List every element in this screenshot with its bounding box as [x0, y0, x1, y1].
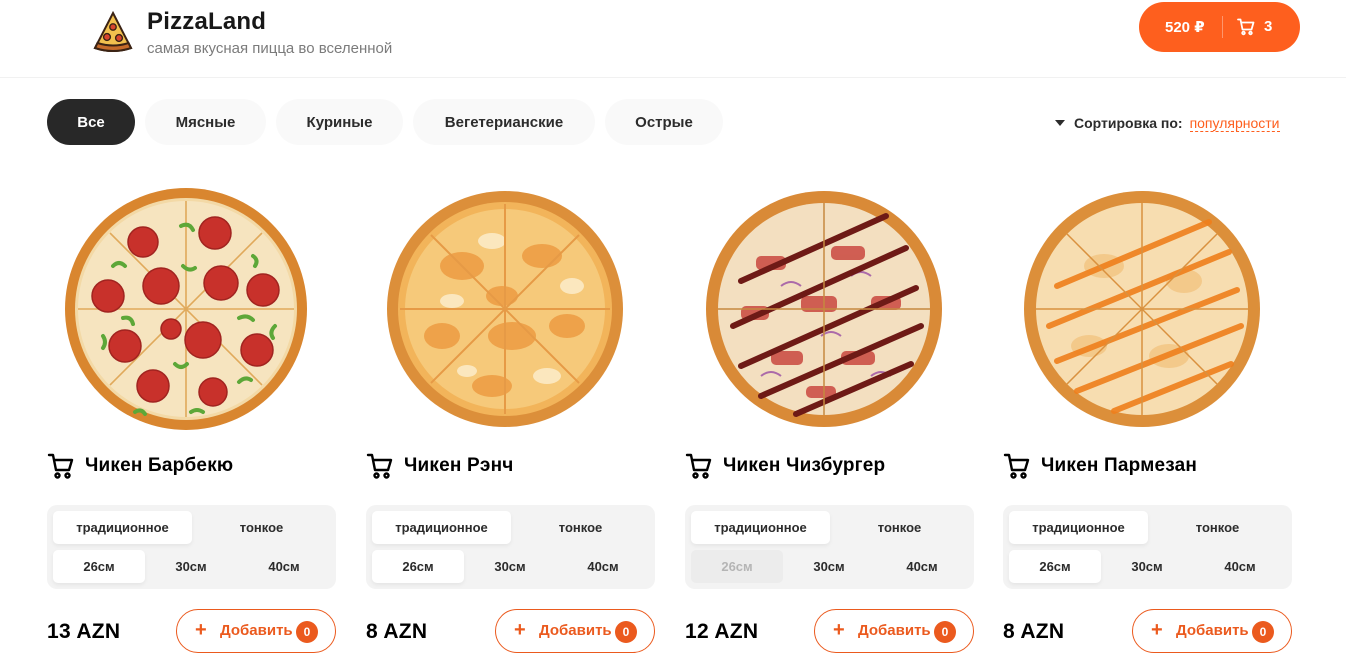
size-26-option[interactable]: 26см	[53, 550, 145, 583]
cart-icon[interactable]	[1003, 452, 1031, 480]
pizza-card: Чикен Чизбургер традиционное тонкое 26см…	[685, 180, 975, 654]
cart-icon[interactable]	[685, 452, 713, 480]
pizza-title-row: Чикен Пармезан	[1003, 452, 1197, 480]
pizza-title: Чикен Рэнч	[404, 455, 514, 476]
pizza-bottom-row: 13 AZN + Добавить 0	[47, 608, 337, 653]
plus-icon: +	[195, 619, 207, 641]
dough-thin-option[interactable]: тонкое	[830, 511, 969, 544]
pizza-price: 12 AZN	[685, 620, 759, 643]
brand-subtitle: самая вкусная пицца во вселенной	[147, 40, 393, 57]
pizza-selector: традиционное тонкое 26см 30см 40см	[366, 505, 655, 589]
size-26-option[interactable]: 26см	[1009, 550, 1101, 583]
cart-total-price: 520 ₽	[1165, 19, 1205, 36]
pizza-title-row: Чикен Чизбургер	[685, 452, 885, 480]
add-count-badge: 0	[1252, 621, 1274, 643]
pizza-title: Чикен Чизбургер	[723, 455, 886, 476]
category-vegetarian[interactable]: Вегетерианские	[413, 99, 595, 145]
sort-label: Сортировка по:	[1074, 115, 1183, 131]
caret-down-icon	[1055, 120, 1065, 126]
plus-icon: +	[514, 619, 526, 641]
pizza-slice-icon[interactable]	[92, 10, 134, 52]
plus-icon: +	[1151, 619, 1163, 641]
size-30-option[interactable]: 30см	[145, 550, 237, 583]
dough-traditional-option[interactable]: традиционное	[691, 511, 830, 544]
add-count-badge: 0	[934, 621, 956, 643]
cart-divider	[1222, 16, 1223, 38]
category-all[interactable]: Все	[47, 99, 135, 145]
dough-traditional-option[interactable]: традиционное	[1009, 511, 1148, 544]
pizza-bottom-row: 8 AZN + Добавить 0	[366, 608, 656, 653]
sort-control: Сортировка по: популярности	[1055, 113, 1280, 133]
sort-value[interactable]: популярности	[1189, 115, 1280, 132]
cart-icon[interactable]	[366, 452, 394, 480]
dough-thin-option[interactable]: тонкое	[511, 511, 650, 544]
pizza-bottom-row: 12 AZN + Добавить 0	[685, 608, 975, 653]
add-to-cart-button[interactable]: + Добавить 0	[176, 609, 336, 653]
pizza-bbq-image	[706, 191, 942, 427]
pizza-price: 8 AZN	[366, 620, 428, 643]
pizza-sauce-image	[1024, 191, 1260, 427]
pizza-title-row: Чикен Рэнч	[366, 452, 514, 480]
add-to-cart-button[interactable]: + Добавить 0	[814, 609, 974, 653]
add-count-badge: 0	[615, 621, 637, 643]
add-label: Добавить	[220, 622, 293, 639]
pizza-pepperoni-image	[65, 188, 307, 430]
pizza-bottom-row: 8 AZN + Добавить 0	[1003, 608, 1293, 653]
plus-icon: +	[833, 619, 845, 641]
pizza-price: 13 AZN	[47, 620, 121, 643]
add-label: Добавить	[1176, 622, 1249, 639]
header: PizzaLand самая вкусная пицца во вселенн…	[0, 0, 1346, 78]
dough-thin-option[interactable]: тонкое	[1148, 511, 1287, 544]
size-30-option[interactable]: 30см	[464, 550, 556, 583]
dough-traditional-option[interactable]: традиционное	[53, 511, 192, 544]
pizza-selector: традиционное тонкое 26см 30см 40см	[685, 505, 974, 589]
cart-button[interactable]: 520 ₽ 3	[1139, 2, 1300, 52]
size-26-option[interactable]: 26см	[372, 550, 464, 583]
size-40-option[interactable]: 40см	[1193, 550, 1287, 583]
cart-icon	[1237, 18, 1255, 36]
add-count-badge: 0	[296, 621, 318, 643]
pizza-card: Чикен Барбекю традиционное тонкое 26см 3…	[47, 180, 337, 654]
pizza-price: 8 AZN	[1003, 620, 1065, 643]
size-30-option[interactable]: 30см	[783, 550, 875, 583]
pizza-card: Чикен Рэнч традиционное тонкое 26см 30см…	[366, 180, 656, 654]
category-meat[interactable]: Мясные	[145, 99, 266, 145]
size-40-option[interactable]: 40см	[875, 550, 969, 583]
add-label: Добавить	[539, 622, 612, 639]
brand-title: PizzaLand	[147, 8, 267, 35]
size-30-option[interactable]: 30см	[1101, 550, 1193, 583]
add-to-cart-button[interactable]: + Добавить 0	[1132, 609, 1292, 653]
cart-count: 3	[1264, 18, 1273, 35]
category-spicy[interactable]: Острые	[605, 99, 723, 145]
size-40-option[interactable]: 40см	[237, 550, 331, 583]
pizza-cheese-image	[387, 191, 623, 427]
category-chicken[interactable]: Куриные	[276, 99, 403, 145]
pizza-title: Чикен Барбекю	[85, 455, 234, 476]
dough-thin-option[interactable]: тонкое	[192, 511, 331, 544]
size-26-option[interactable]: 26см	[691, 550, 783, 583]
pizza-title: Чикен Пармезан	[1041, 455, 1198, 476]
pizza-selector: традиционное тонкое 26см 30см 40см	[1003, 505, 1292, 589]
dough-traditional-option[interactable]: традиционное	[372, 511, 511, 544]
add-to-cart-button[interactable]: + Добавить 0	[495, 609, 655, 653]
add-label: Добавить	[858, 622, 931, 639]
pizza-card: Чикен Пармезан традиционное тонкое 26см …	[1003, 180, 1293, 654]
cart-icon[interactable]	[47, 452, 75, 480]
pizza-title-row: Чикен Барбекю	[47, 452, 233, 480]
size-40-option[interactable]: 40см	[556, 550, 650, 583]
pizza-selector: традиционное тонкое 26см 30см 40см	[47, 505, 336, 589]
